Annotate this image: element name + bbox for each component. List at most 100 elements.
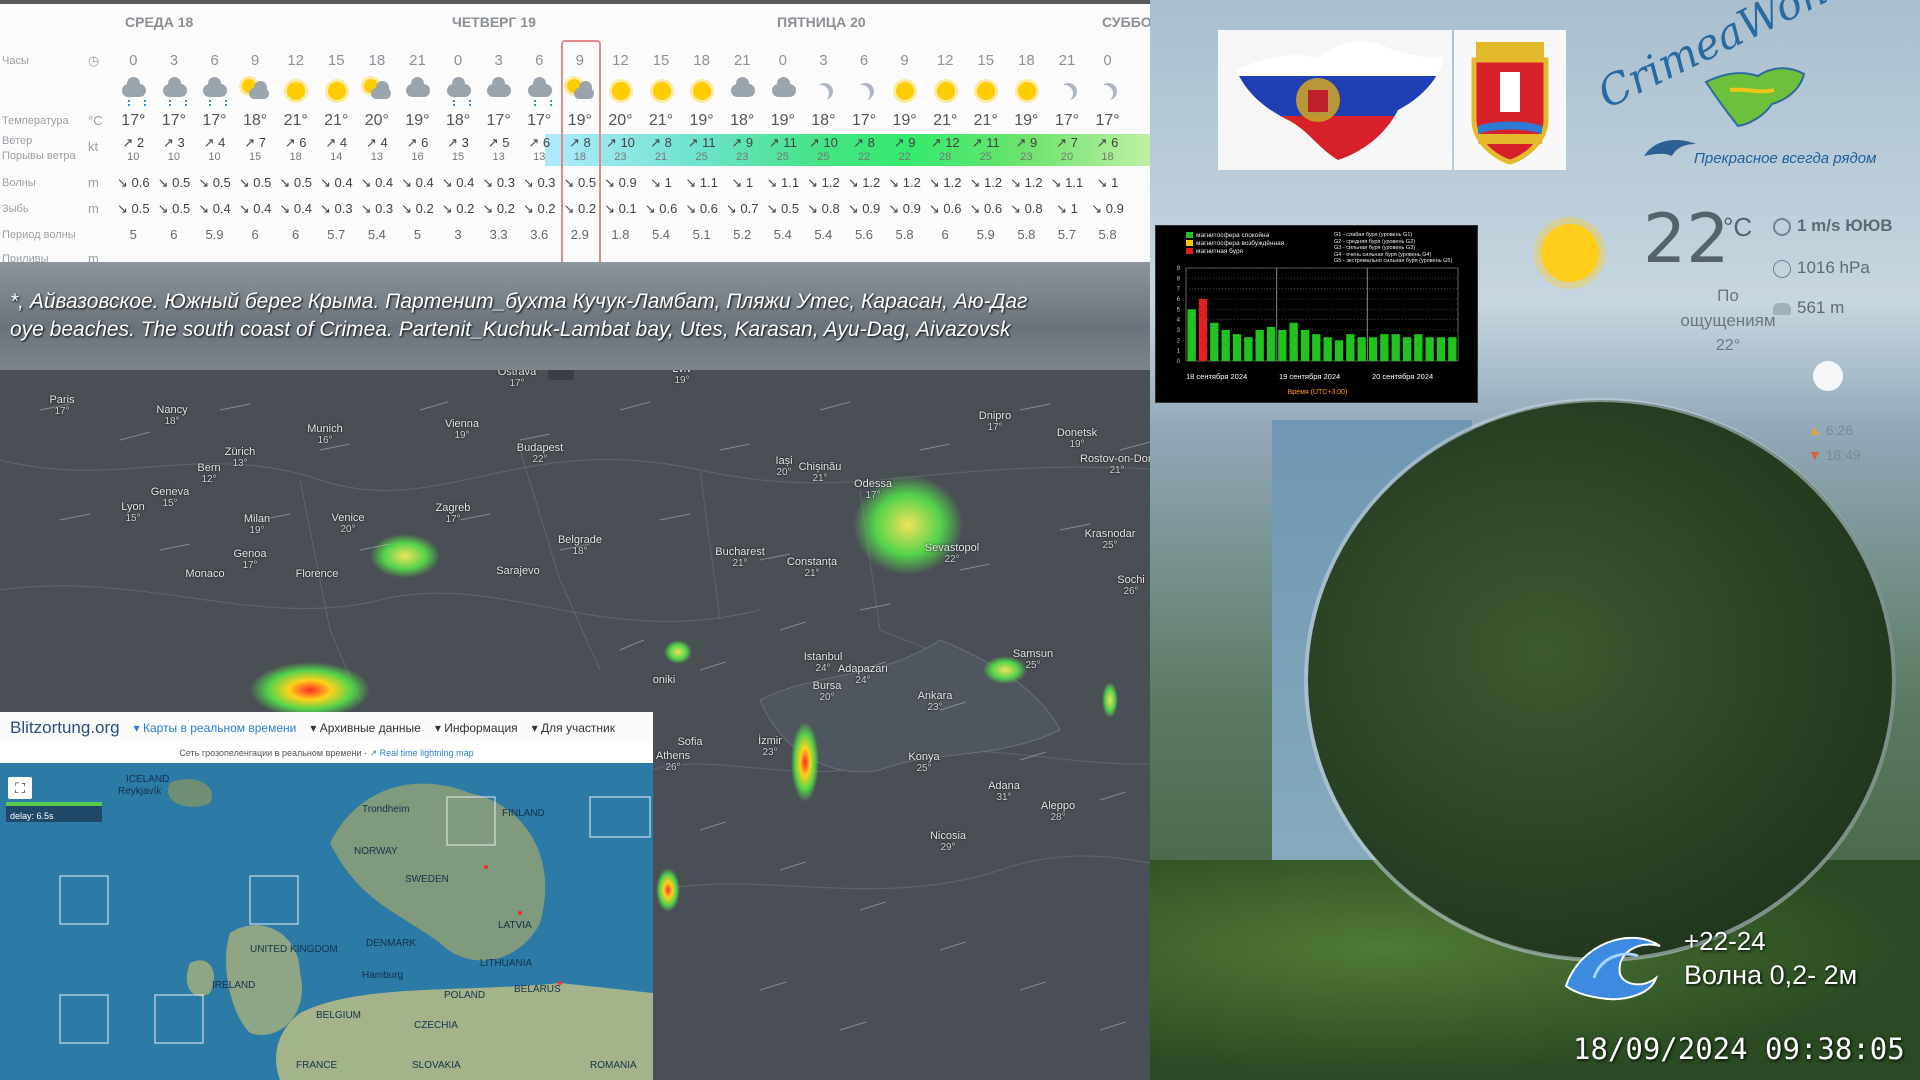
waves-cells: ↘ 0.6 ↘ 0.5 ↘ 0.5 ↘ 0.5 ↘ 0.5 ↘ 0.4 ↘ 0.4 ↘ 0.4…	[113, 170, 1128, 196]
city-name: Istanbul	[803, 651, 843, 663]
realtime-map-link[interactable]: Real time lightning map	[380, 748, 474, 758]
storm-cell-austria	[370, 534, 440, 578]
wind-label: Ветер	[2, 135, 33, 147]
temp-cell: 17°	[121, 112, 146, 129]
y-tick-label: 2	[1177, 338, 1181, 344]
city-temperature: 25°	[916, 763, 932, 774]
wind-speed: ↗ 6	[528, 135, 551, 150]
menu-participants[interactable]: ▾ Для участник	[532, 721, 615, 735]
kp-bar	[1210, 322, 1219, 361]
temp-cell: 18°	[730, 112, 755, 129]
map-label: SWEDEN	[405, 874, 449, 885]
wind-value: 1 m/s ЮЮВ	[1797, 216, 1893, 235]
coat-of-arms-icon	[1471, 42, 1549, 165]
fullscreen-button[interactable]: ⛶	[8, 777, 32, 799]
period-cells: 5 6 5.9 6 6 5.7 5.4 5 3 3.3 3.6 2.9 1.8 5.4 5.1 5.2 5.4 5…	[113, 222, 1128, 248]
city-name: Ostrava	[497, 370, 537, 378]
weather-icon-cell	[113, 74, 154, 108]
period-cell: 5.7	[327, 227, 346, 242]
city-name: Belgrade	[557, 534, 603, 546]
weather-icon-cell	[519, 74, 560, 108]
link-icon: ↗	[369, 748, 378, 758]
wave-cell: ↘ 1.2	[928, 175, 962, 190]
temp-cell: 21°	[973, 112, 998, 129]
menu-realtime-maps-label: Карты в реальном времени	[142, 720, 297, 735]
water-temperature: +22-24	[1684, 926, 1766, 956]
map-label: CZECHIA	[414, 1020, 458, 1031]
menu-archive[interactable]: ▾ Архивные данные	[310, 721, 420, 735]
sun-icon	[327, 82, 346, 100]
weather-icon-cell	[275, 74, 316, 108]
y-tick-label: 9	[1177, 266, 1181, 272]
hour-cell: 15	[977, 52, 995, 69]
menu-info[interactable]: ▾ Информация	[435, 721, 518, 735]
feels-like-label: По ощущениям	[1680, 286, 1776, 330]
kp-bar	[1232, 334, 1242, 361]
delay-indicator: delay: 6.5s	[6, 802, 102, 822]
city-name: Florence	[295, 568, 339, 580]
wind-speed: ↗ 11	[687, 135, 716, 150]
hour-cell: 9	[900, 52, 909, 69]
day-label: ЧЕТВЕРГ 19	[452, 14, 536, 30]
wave-icon	[1564, 936, 1661, 1001]
hour-cell: 12	[287, 52, 305, 69]
wind-speed: ↗ 2	[122, 135, 145, 150]
ripple-cell: ↘ 0.6	[969, 201, 1003, 216]
city-label: Bern 12°	[169, 462, 249, 486]
y-tick-label: 4	[1177, 318, 1181, 324]
city-temperature: 19°	[674, 375, 690, 386]
hour-cell: 3	[169, 52, 179, 69]
hours-cells: 0 3 6 9 12 15 18 21 0 3 6 9 12 15 18 21 0 3 6 9 12 15 18 21 0	[113, 48, 1128, 74]
sun-icon	[287, 82, 306, 100]
weather-icon-cell	[154, 74, 195, 108]
kp-bar	[1255, 330, 1264, 361]
blitz-logo[interactable]: Blitzortung.org	[10, 718, 120, 738]
wind-speed: ↗ 5	[487, 135, 510, 150]
weather-icon-cell	[925, 74, 966, 108]
ripple-cell: ↘ 0.3	[360, 201, 394, 216]
crimea-map-icon	[1704, 67, 1806, 128]
city-temperature: 18°	[572, 546, 588, 557]
hour-cell: 0	[129, 52, 138, 69]
moon-icon	[816, 83, 833, 100]
city-name: Bern	[197, 462, 221, 474]
wind-speed: ↗ 11	[971, 135, 1000, 150]
wind-speed: ↗ 3	[163, 135, 185, 150]
wind-speed: ↗ 4	[325, 135, 348, 150]
weather-icon-cell	[357, 74, 398, 108]
wind-cell: ↗ 6 18	[275, 134, 316, 166]
ripple-cell: ↘ 0.5	[117, 201, 150, 216]
city-name: Paris	[49, 394, 75, 406]
city-name: Genoa	[233, 548, 267, 560]
kp-bar	[1414, 334, 1423, 361]
map-label: FRANCE	[296, 1060, 338, 1071]
city-temperature: 23°	[762, 747, 778, 758]
city-name: Bursa	[812, 680, 842, 692]
geomagnetic-chart: магнитосфера спокойна магнитосфера возбу…	[1155, 225, 1478, 403]
y-tick-label: 6	[1177, 297, 1181, 303]
wind-cell: ↗ 10 23	[600, 134, 641, 166]
period-cell: 5.9	[976, 227, 995, 242]
y-tick-label: 8	[1177, 276, 1181, 282]
wind-cell: ↗ 6 13	[519, 134, 560, 166]
city-name: Monaco	[185, 568, 225, 580]
kp-bar	[1323, 337, 1332, 361]
menu-realtime-maps[interactable]: ▾ Карты в реальном времени	[134, 721, 297, 735]
period-cell: 3.3	[489, 227, 508, 242]
city-temperature: 17°	[54, 406, 70, 417]
temp-cells: 17° 17° 17° 18° 21° 21° 20° 19° 18° 17° 17° 19° 20° 2…	[113, 108, 1128, 134]
temp-cell: 21°	[933, 112, 958, 129]
wind-labels: Ветер Порывы ветра	[2, 134, 76, 164]
cloud-icon	[771, 77, 796, 97]
wind-speed: ↗ 9	[1015, 135, 1038, 150]
storm-cell-turkey	[791, 722, 819, 802]
kp-bar	[1448, 337, 1457, 361]
map-collapse-handle[interactable]	[548, 370, 574, 380]
temp-unit: °C	[88, 113, 103, 128]
kp-bar	[1357, 337, 1366, 361]
city-name: Odessa	[854, 478, 892, 490]
map-label: Reykjavík	[118, 786, 162, 797]
city-name: Ankara	[917, 690, 953, 702]
kp-bar	[1278, 330, 1287, 361]
temp-cell: 17°	[1095, 112, 1120, 129]
